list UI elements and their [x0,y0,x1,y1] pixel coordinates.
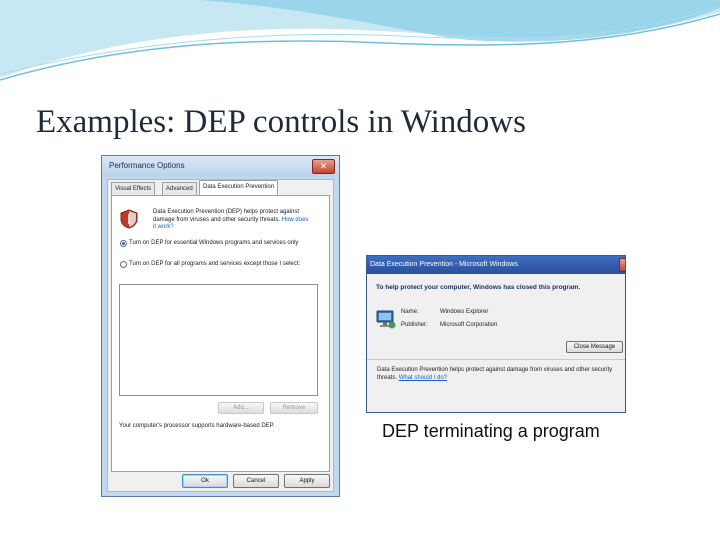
image-caption: DEP terminating a program [382,421,600,441]
dep-description: Data Execution Prevention (DEP) helps pr… [153,209,313,232]
radio-all-programs[interactable] [120,261,127,268]
tab-advanced[interactable]: Advanced [162,182,197,195]
remove-button[interactable]: Remove [270,402,318,414]
radio-essential-label: Turn on DEP for essential Windows progra… [129,240,299,246]
dep-info: Data Execution Prevention helps protect … [377,366,622,382]
divider [367,359,625,360]
name-label: Name: [401,309,419,315]
program-exception-list[interactable] [119,284,318,396]
header-wave-decoration [0,0,720,81]
close-message-button[interactable]: Close Message [566,341,623,353]
computer-icon [376,310,396,329]
cancel-button[interactable]: Cancel [233,474,279,488]
title-bar[interactable]: Data Execution Prevention - Microsoft Wi… [367,256,625,274]
close-icon[interactable]: ✕ [312,159,335,174]
publisher-value: Microsoft Corporation [440,322,498,328]
name-value: Windows Explorer [440,309,489,315]
add-button[interactable]: Add... [218,402,264,414]
dep-termination-dialog: Data Execution Prevention - Microsoft Wi… [366,255,626,413]
title-bar[interactable]: Performance Options ✕ [102,156,339,177]
dep-heading: To help protect your computer, Windows h… [376,284,581,291]
dep-description-text: Data Execution Prevention (DEP) helps pr… [153,209,300,223]
publisher-label: Publisher: [401,322,428,328]
radio-all-programs-label: Turn on DEP for all programs and service… [129,261,301,267]
ok-button[interactable]: Ok [182,474,228,488]
what-should-i-do-link[interactable]: What should I do? [399,375,447,381]
apply-button[interactable]: Apply [284,474,330,488]
slide-title: Examples: DEP controls in Windows [36,104,526,140]
dialog-title: Performance Options [109,161,185,170]
hardware-dep-note: Your computer's processor supports hardw… [119,423,275,429]
shield-icon [120,209,138,229]
dialog-title: Data Execution Prevention - Microsoft Wi… [370,261,518,268]
tab-data-execution-prevention[interactable]: Data Execution Prevention [199,180,279,195]
tab-visual-effects[interactable]: Visual Effects [111,182,156,195]
radio-essential[interactable] [120,240,127,247]
close-icon[interactable] [619,258,625,272]
